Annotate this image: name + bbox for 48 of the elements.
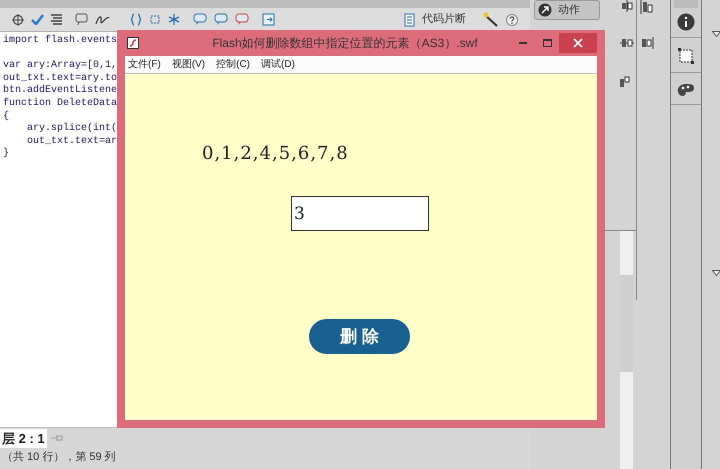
speech-bubble-icon[interactable] bbox=[214, 13, 228, 26]
star-icon[interactable] bbox=[168, 13, 180, 26]
code-editor[interactable]: import flash.events var ary:Array=[0,1, out_txt.text=ary.to btn.addEventListene function DeleteData { ary.splice(int( out_txt.text=ar } bbox=[0, 32, 118, 427]
align-icon[interactable] bbox=[620, 0, 634, 12]
magic-wand-icon[interactable] bbox=[483, 12, 499, 27]
menu-item[interactable]: 文件(F) bbox=[128, 57, 161, 72]
align-icon[interactable] bbox=[619, 76, 631, 88]
layer-tab[interactable]: 层 2 : 1 bbox=[0, 428, 47, 448]
delete-button[interactable]: 删 除 bbox=[309, 319, 410, 354]
code-line: btn.addEventListene bbox=[3, 85, 118, 98]
input-field[interactable]: 3 bbox=[291, 196, 429, 231]
align-icon[interactable] bbox=[640, 0, 654, 14]
align-icon[interactable] bbox=[620, 37, 634, 49]
code-line: function DeleteData bbox=[3, 98, 118, 110]
code-line: out_txt.text=ar bbox=[26, 136, 118, 148]
pen-icon[interactable] bbox=[95, 13, 111, 26]
help-icon[interactable] bbox=[506, 14, 518, 26]
code-line: { bbox=[3, 110, 10, 124]
code-line: ary.splice(int( bbox=[26, 123, 118, 136]
align-icon[interactable] bbox=[640, 37, 654, 49]
arrow-icon bbox=[538, 3, 552, 17]
output-text: 0,1,2,4,5,6,7,8 bbox=[202, 142, 349, 166]
code-line: import flash.events bbox=[3, 35, 118, 48]
window-title: Flash如何删除数组中指定位置的元素（AS3）.swf bbox=[211, 35, 479, 52]
checkmark-icon[interactable] bbox=[31, 14, 44, 25]
flash-file-icon bbox=[127, 37, 139, 49]
palette-icon[interactable] bbox=[677, 83, 695, 98]
transform-icon[interactable] bbox=[678, 48, 694, 64]
speech-bubble-icon[interactable] bbox=[235, 13, 249, 26]
code-line: out_txt.text=ary.to bbox=[3, 72, 118, 84]
cursor-position: （共 10 行），第 59 列 bbox=[1, 450, 117, 465]
lines-icon[interactable] bbox=[51, 14, 62, 26]
triangle-icon[interactable] bbox=[712, 270, 720, 276]
close-button[interactable] bbox=[559, 33, 597, 53]
code-snippets-label[interactable]: 代码片断 bbox=[422, 11, 466, 28]
code-line: } bbox=[3, 148, 10, 161]
menu-item[interactable]: 控制(C) bbox=[216, 57, 250, 72]
actions-button[interactable]: 动作 bbox=[534, 0, 600, 20]
scrollbar[interactable] bbox=[620, 231, 633, 469]
info-icon[interactable] bbox=[677, 13, 695, 31]
panel-icon[interactable] bbox=[262, 13, 275, 26]
triangle-icon[interactable] bbox=[712, 31, 720, 37]
code-line: var ary:Array=[0,1, bbox=[3, 60, 118, 73]
target-icon[interactable] bbox=[12, 14, 24, 26]
comment-icon[interactable] bbox=[74, 13, 88, 26]
speech-bubble-icon[interactable] bbox=[193, 13, 207, 26]
menu-item[interactable]: 调试(D) bbox=[261, 57, 295, 72]
menu-item[interactable]: 视图(V) bbox=[172, 57, 206, 72]
